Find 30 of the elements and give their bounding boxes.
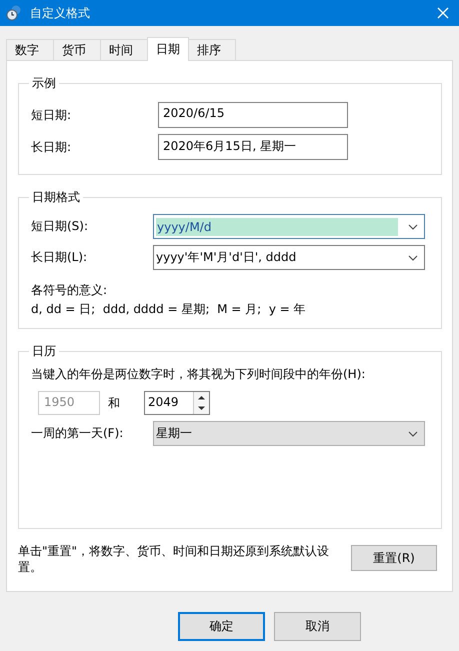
- globe-clock-icon: [6, 5, 22, 21]
- reset-hint: 单击"重置"，将数字、货币、时间和日期还原到系统默认设置。: [18, 543, 330, 575]
- first-day-dropdown[interactable]: 星期一: [153, 421, 425, 446]
- dialog-button[interactable]: 确定: [178, 612, 265, 641]
- legend-title: 各符号的意义:: [31, 282, 108, 299]
- sample-field: 2020/6/15: [158, 102, 348, 128]
- field-label: 一周的第一天(F):: [31, 425, 124, 442]
- field-label: 短日期:: [31, 106, 72, 124]
- tab[interactable]: 排序: [188, 39, 236, 60]
- tab[interactable]: 日期: [147, 37, 189, 61]
- group-title: 日历: [31, 343, 57, 360]
- sample-field: 2020年6月15日, 星期一: [158, 134, 348, 160]
- field-label: 长日期:: [31, 138, 72, 156]
- close-icon[interactable]: [437, 7, 449, 19]
- field-label: 短日期(S):: [31, 218, 90, 235]
- field-label: 长日期(L):: [31, 249, 88, 266]
- group-title: 示例: [31, 75, 57, 92]
- caret-icon: [408, 254, 418, 260]
- prompt-text: 当键入的年份是两位数字时，将其视为下列时间段中的年份(H):: [31, 366, 366, 383]
- dialog-button[interactable]: 取消: [274, 612, 361, 641]
- legend-text: d, dd = 日; ddd, dddd = 星期; M = 月; y = 年: [31, 301, 307, 318]
- window-title: 自定义格式: [30, 4, 91, 22]
- group-title: 日期格式: [31, 189, 81, 206]
- tab[interactable]: 数字: [6, 39, 54, 60]
- and-label: 和: [107, 394, 121, 412]
- format-combo[interactable]: yyyy/M/d: [153, 214, 425, 239]
- caret-icon: [408, 430, 418, 436]
- caret-icon: [408, 224, 418, 230]
- reset-button[interactable]: 重置(R): [351, 545, 437, 571]
- format-combo[interactable]: yyyy'年'M'月'd'日', dddd: [153, 245, 425, 270]
